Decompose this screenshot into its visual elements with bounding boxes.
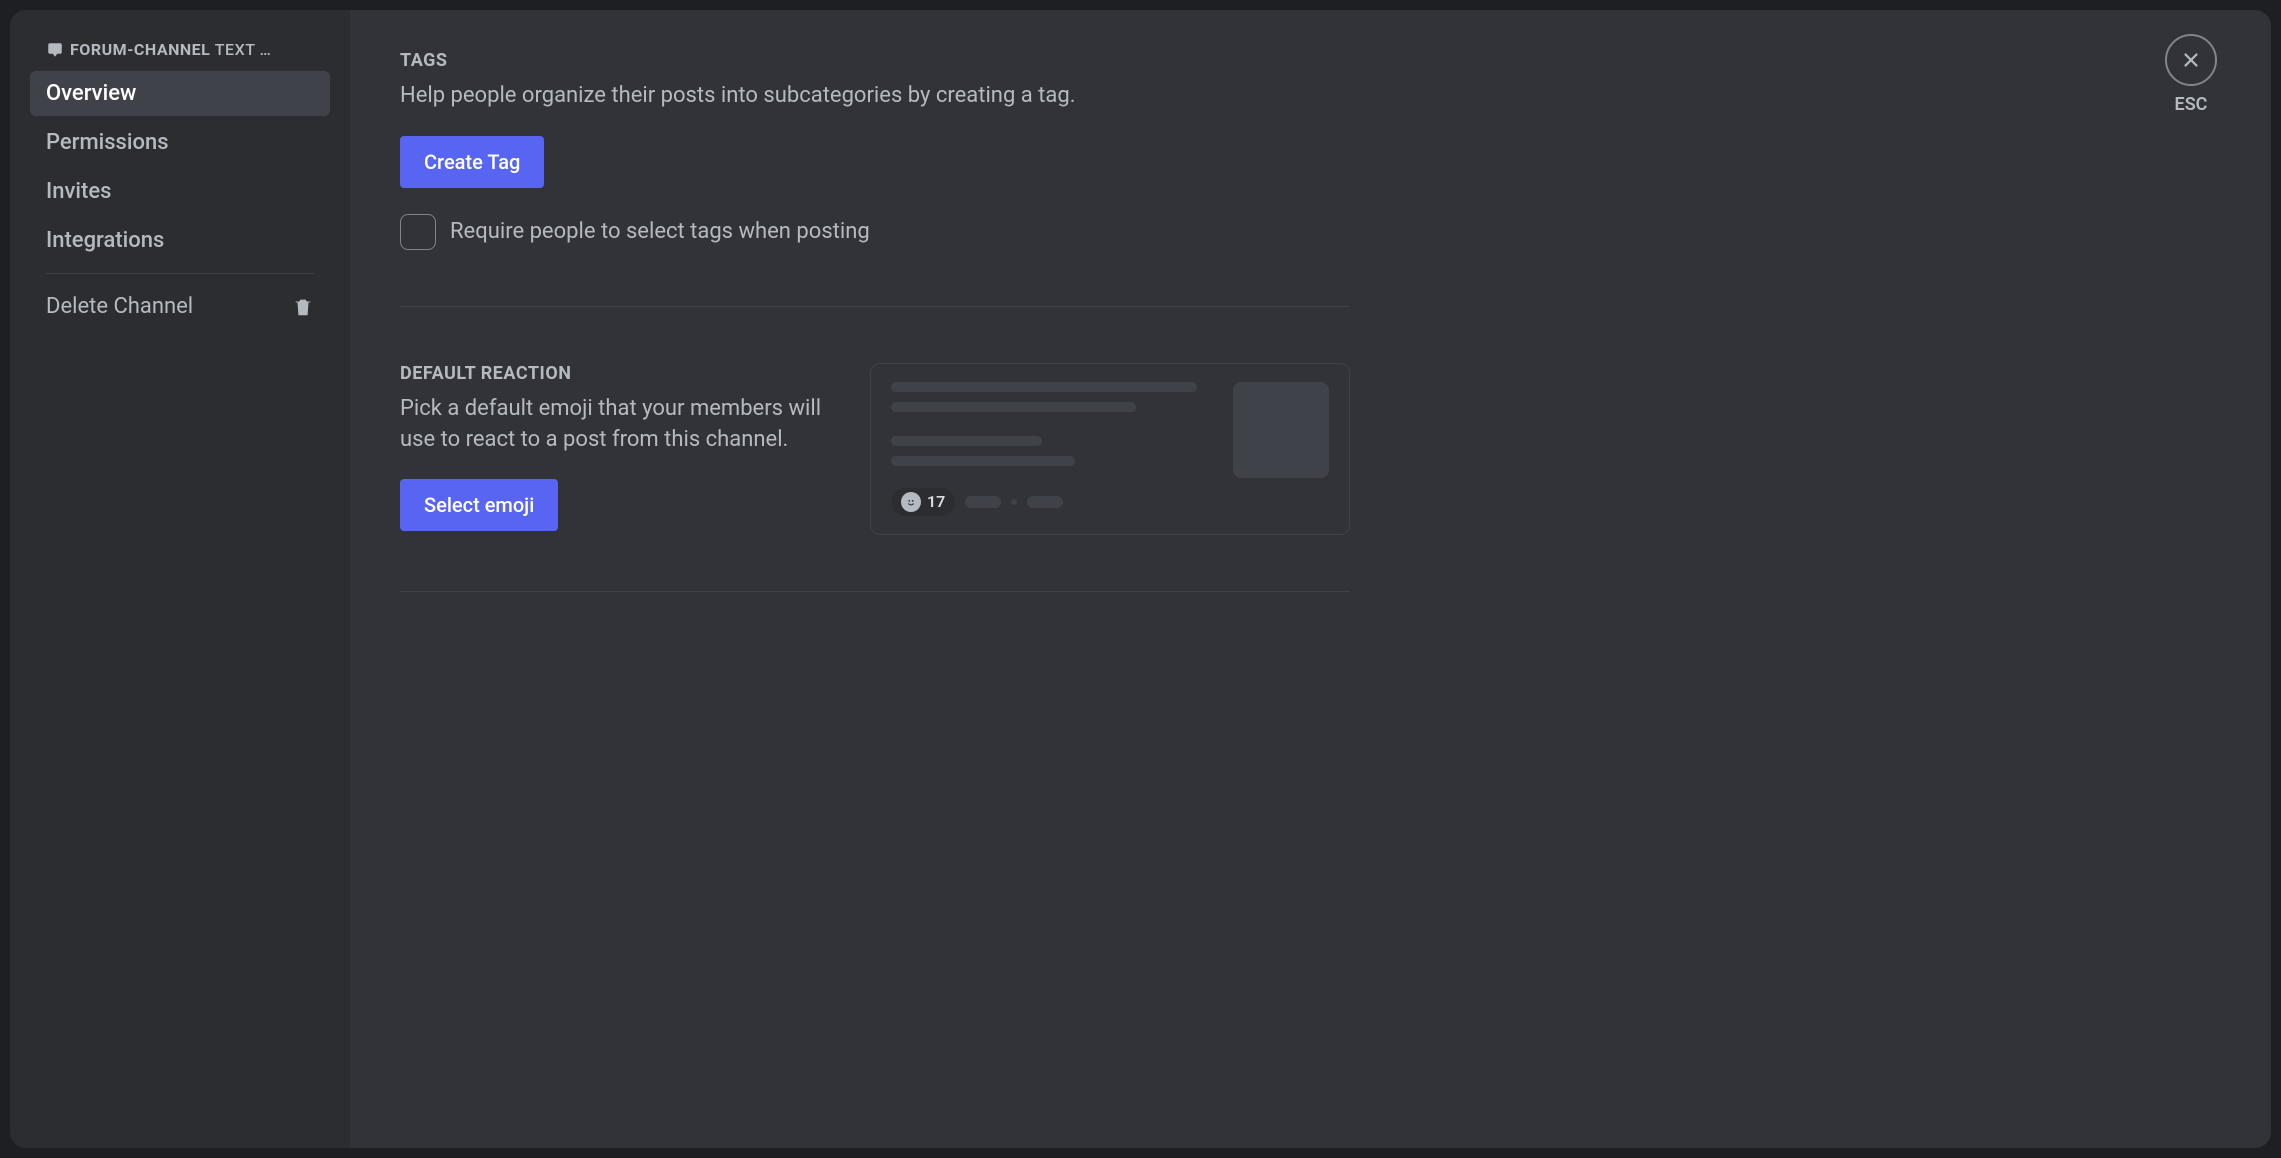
forum-icon (46, 41, 64, 59)
skeleton-pill (965, 496, 1001, 508)
reaction-pill-row: 17 (891, 488, 1213, 516)
reaction-count-pill: 17 (891, 488, 955, 516)
settings-content: TAGS Help people organize their posts in… (350, 10, 1400, 1148)
skeleton-dot (1011, 499, 1017, 505)
sidebar-item-overview[interactable]: Overview (30, 71, 330, 116)
close-controls: ESC (2165, 34, 2217, 115)
channel-name: FORUM-CHANNEL TEXT … (70, 40, 314, 59)
esc-label: ESC (2165, 94, 2217, 115)
require-tags-row: Require people to select tags when posti… (400, 214, 1350, 250)
sidebar-title: FORUM-CHANNEL TEXT … (30, 40, 330, 71)
reaction-count: 17 (927, 492, 945, 511)
tags-section: TAGS Help people organize their posts in… (400, 50, 1350, 250)
tags-title: TAGS (400, 50, 1350, 71)
sidebar-divider (46, 273, 314, 274)
trash-icon (292, 296, 314, 318)
sidebar-item-permissions[interactable]: Permissions (30, 120, 330, 165)
skeleton-pill (1027, 496, 1063, 508)
create-tag-button[interactable]: Create Tag (400, 136, 544, 188)
skeleton-line (891, 456, 1075, 466)
sidebar-item-invites[interactable]: Invites (30, 169, 330, 214)
delete-channel-label: Delete Channel (46, 294, 193, 319)
channel-settings-modal: FORUM-CHANNEL TEXT … Overview Permission… (10, 10, 2271, 1148)
default-reaction-section: DEFAULT REACTION Pick a default emoji th… (400, 363, 1350, 535)
skeleton-line (891, 436, 1042, 446)
settings-sidebar: FORUM-CHANNEL TEXT … Overview Permission… (10, 10, 350, 1148)
close-button[interactable] (2165, 34, 2217, 86)
sidebar-item-integrations[interactable]: Integrations (30, 218, 330, 263)
sidebar-item-label: Permissions (46, 130, 169, 155)
sidebar-item-delete-channel[interactable]: Delete Channel (30, 284, 330, 329)
tags-description: Help people organize their posts into su… (400, 81, 1350, 112)
sidebar-item-label: Integrations (46, 228, 164, 253)
reaction-title: DEFAULT REACTION (400, 363, 830, 384)
preview-skeleton: 17 (891, 382, 1213, 516)
preview-thumbnail (1233, 382, 1329, 478)
skeleton-line (891, 382, 1197, 392)
require-tags-label: Require people to select tags when posti… (450, 219, 870, 244)
require-tags-checkbox[interactable] (400, 214, 436, 250)
reaction-controls: DEFAULT REACTION Pick a default emoji th… (400, 363, 830, 532)
select-emoji-button[interactable]: Select emoji (400, 479, 558, 531)
close-icon (2180, 49, 2202, 71)
skeleton-line (891, 402, 1136, 412)
reaction-preview: 17 (870, 363, 1350, 535)
sidebar-item-label: Invites (46, 179, 111, 204)
reaction-description: Pick a default emoji that your members w… (400, 394, 830, 456)
sidebar-item-label: Overview (46, 81, 136, 106)
section-divider (400, 306, 1350, 307)
section-divider (400, 591, 1350, 592)
smile-icon (901, 492, 921, 512)
